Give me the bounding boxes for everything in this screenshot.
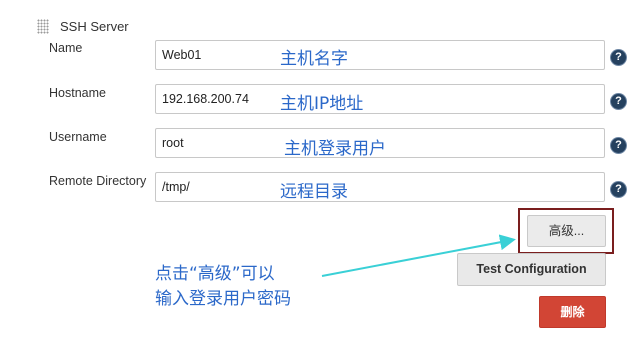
callout-arrow-icon	[321, 234, 516, 277]
